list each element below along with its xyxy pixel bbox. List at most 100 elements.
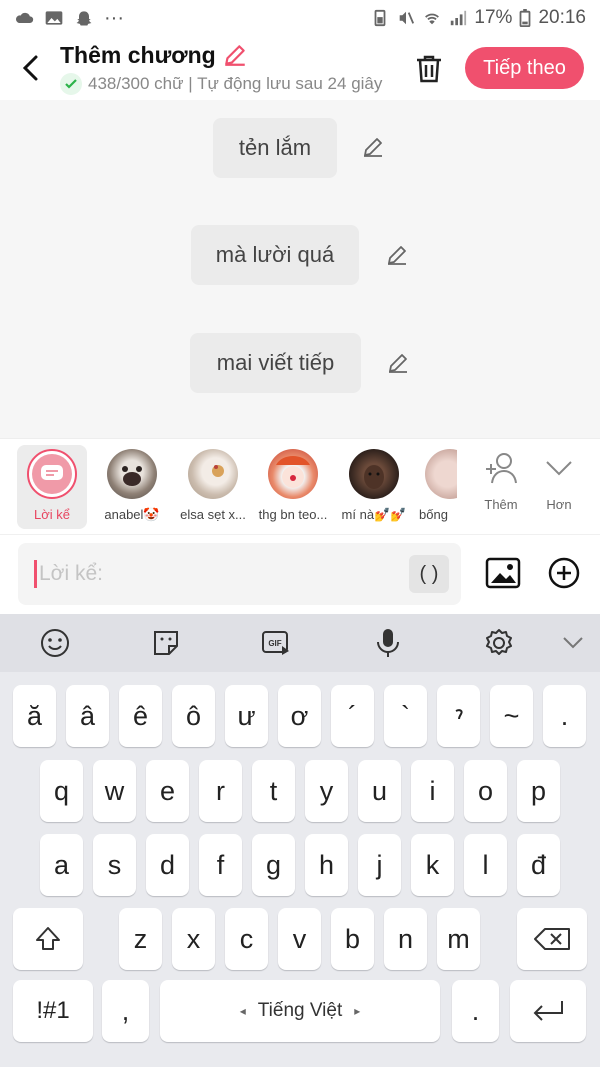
back-button[interactable] <box>0 36 60 100</box>
key[interactable]: t <box>252 760 295 822</box>
page-title: Thêm chương <box>60 41 216 68</box>
character-name: thg bn teo... <box>258 507 328 522</box>
edit-message-icon[interactable] <box>359 133 387 161</box>
key[interactable]: ô <box>172 685 215 747</box>
key[interactable]: o <box>464 760 507 822</box>
message-bubble[interactable]: mà lười quá <box>191 225 359 285</box>
text-caret <box>34 560 37 588</box>
header: Thêm chương 438/300 chữ | Tự động lưu sa… <box>0 36 600 100</box>
shift-arrow-icon <box>36 927 60 950</box>
key[interactable]: . <box>543 685 586 747</box>
key[interactable]: q <box>40 760 83 822</box>
hide-keyboard-button[interactable] <box>556 626 590 660</box>
add-character-label: Thêm <box>484 497 518 512</box>
key[interactable]: â <box>66 685 109 747</box>
chevron-down-icon <box>563 637 583 649</box>
symbols-key[interactable]: !#1 <box>13 980 93 1042</box>
key[interactable]: p <box>517 760 560 822</box>
key[interactable]: ê <box>119 685 162 747</box>
key[interactable]: u <box>358 760 401 822</box>
period-key[interactable]: . <box>452 980 499 1042</box>
key[interactable]: f <box>199 834 242 896</box>
composer-box[interactable]: ( ) <box>18 543 461 605</box>
key[interactable]: z <box>119 908 162 970</box>
key[interactable]: i <box>411 760 454 822</box>
key[interactable]: e <box>146 760 189 822</box>
message-bubble[interactable]: tẻn lắm <box>213 118 337 178</box>
arrow-right-icon: ▸ <box>354 1004 361 1018</box>
edit-message-icon[interactable] <box>383 241 411 269</box>
key[interactable]: c <box>225 908 268 970</box>
next-button[interactable]: Tiếp theo <box>465 47 584 89</box>
battery-icon <box>520 9 531 27</box>
key[interactable]: n <box>384 908 427 970</box>
chat-area: tẻn lắm mà lười quá mai viết tiếp <box>0 100 600 438</box>
key[interactable]: g <box>252 834 295 896</box>
gif-button[interactable]: GIF <box>259 626 293 660</box>
key[interactable]: ´ <box>331 685 374 747</box>
key[interactable]: w <box>93 760 136 822</box>
key[interactable]: r <box>199 760 242 822</box>
more-notifications-icon: ··· <box>104 6 124 29</box>
chat-bubble-icon <box>41 465 63 480</box>
emoji-button[interactable] <box>38 626 72 660</box>
key[interactable]: v <box>278 908 321 970</box>
key[interactable]: ` <box>384 685 427 747</box>
add-character-button[interactable]: Thêm <box>471 449 531 529</box>
cloud-icon <box>15 12 34 23</box>
enter-key[interactable] <box>510 980 586 1042</box>
key[interactable]: ~ <box>490 685 533 747</box>
character-item[interactable]: thg bn teo... <box>253 445 333 529</box>
space-key[interactable]: ◂ Tiếng Việt ▸ <box>160 980 440 1042</box>
microphone-icon <box>377 629 399 657</box>
key[interactable]: j <box>358 834 401 896</box>
edit-message-icon[interactable] <box>384 349 412 377</box>
parentheses-button[interactable]: ( ) <box>409 555 449 593</box>
key[interactable]: d <box>146 834 189 896</box>
edit-title-icon[interactable] <box>222 42 248 68</box>
key[interactable]: ă <box>13 685 56 747</box>
shift-key[interactable] <box>13 908 83 970</box>
key[interactable]: ư <box>225 685 268 747</box>
keyboard-settings-button[interactable] <box>482 626 516 660</box>
more-characters-button[interactable]: Hơn <box>529 449 589 529</box>
key[interactable]: h <box>305 834 348 896</box>
mute-icon <box>400 11 415 25</box>
key[interactable]: đ <box>517 834 560 896</box>
character-item[interactable]: elsa sẹt x... <box>173 445 253 529</box>
arrow-left-icon: ◂ <box>239 1004 246 1018</box>
svg-text:GIF: GIF <box>268 639 281 648</box>
add-button[interactable] <box>544 553 584 593</box>
character-item[interactable]: mí nà💅💅 <box>334 445 414 529</box>
key[interactable]: a <box>40 834 83 896</box>
key[interactable]: k <box>411 834 454 896</box>
battery-saver-icon <box>375 9 386 27</box>
gear-icon <box>486 629 512 655</box>
backspace-key[interactable] <box>517 908 587 970</box>
voice-input-button[interactable] <box>371 626 405 660</box>
message-bubble[interactable]: mai viết tiếp <box>190 333 361 393</box>
character-item[interactable]: bống <box>415 445 457 529</box>
sticker-icon <box>154 631 178 655</box>
insert-image-button[interactable] <box>483 553 523 593</box>
character-narrator[interactable]: Lời kể <box>17 445 87 529</box>
wifi-icon <box>425 13 440 25</box>
key[interactable]: ơ <box>278 685 321 747</box>
key[interactable]: m <box>437 908 480 970</box>
key[interactable]: l <box>464 834 507 896</box>
back-arrow-icon <box>22 55 38 81</box>
message-input[interactable] <box>39 562 379 586</box>
character-item[interactable]: anabel🤡 <box>92 445 172 529</box>
key[interactable]: x <box>172 908 215 970</box>
delete-button[interactable] <box>410 50 448 88</box>
avatar <box>268 449 318 499</box>
key[interactable] <box>437 685 480 747</box>
key[interactable]: b <box>331 908 374 970</box>
key[interactable]: s <box>93 834 136 896</box>
word-count-autosave: 438/300 chữ | Tự động lưu sau 24 giây <box>88 73 383 93</box>
image-icon <box>485 557 521 589</box>
key[interactable]: y <box>305 760 348 822</box>
title-block: Thêm chương 438/300 chữ | Tự động lưu sa… <box>60 42 386 95</box>
comma-key[interactable]: , <box>102 980 149 1042</box>
sticker-button[interactable] <box>149 626 183 660</box>
